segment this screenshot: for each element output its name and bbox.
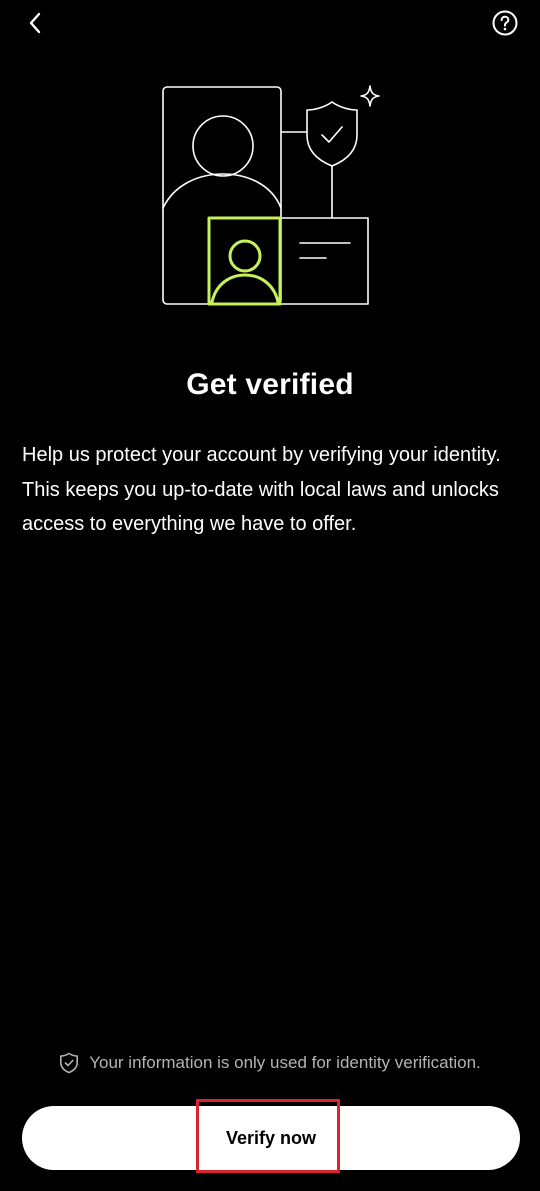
shield-shape bbox=[306, 101, 358, 167]
portrait-shoulders bbox=[162, 173, 282, 209]
question-circle-icon bbox=[492, 10, 518, 36]
verify-now-label: Verify now bbox=[225, 1127, 317, 1148]
shield-check-icon bbox=[60, 1052, 79, 1074]
page-description: Help us protect your account by verifyin… bbox=[22, 444, 501, 535]
shield-check bbox=[321, 126, 343, 143]
sparkle bbox=[360, 85, 380, 107]
verify-now-button[interactable]: Verify now bbox=[22, 1106, 520, 1170]
id-photo-accent bbox=[207, 216, 282, 306]
chevron-left-icon bbox=[29, 12, 41, 34]
back-button[interactable] bbox=[20, 8, 50, 38]
privacy-text: Your information is only used for identi… bbox=[89, 1053, 481, 1072]
identity-verification-illustration bbox=[150, 80, 390, 316]
id-card bbox=[208, 217, 369, 305]
page-title: Get verified bbox=[186, 368, 354, 401]
portrait-head bbox=[192, 115, 254, 177]
help-button[interactable] bbox=[492, 10, 518, 36]
privacy-note: Your information is only used for identi… bbox=[0, 1052, 540, 1074]
portrait-frame bbox=[162, 86, 282, 305]
